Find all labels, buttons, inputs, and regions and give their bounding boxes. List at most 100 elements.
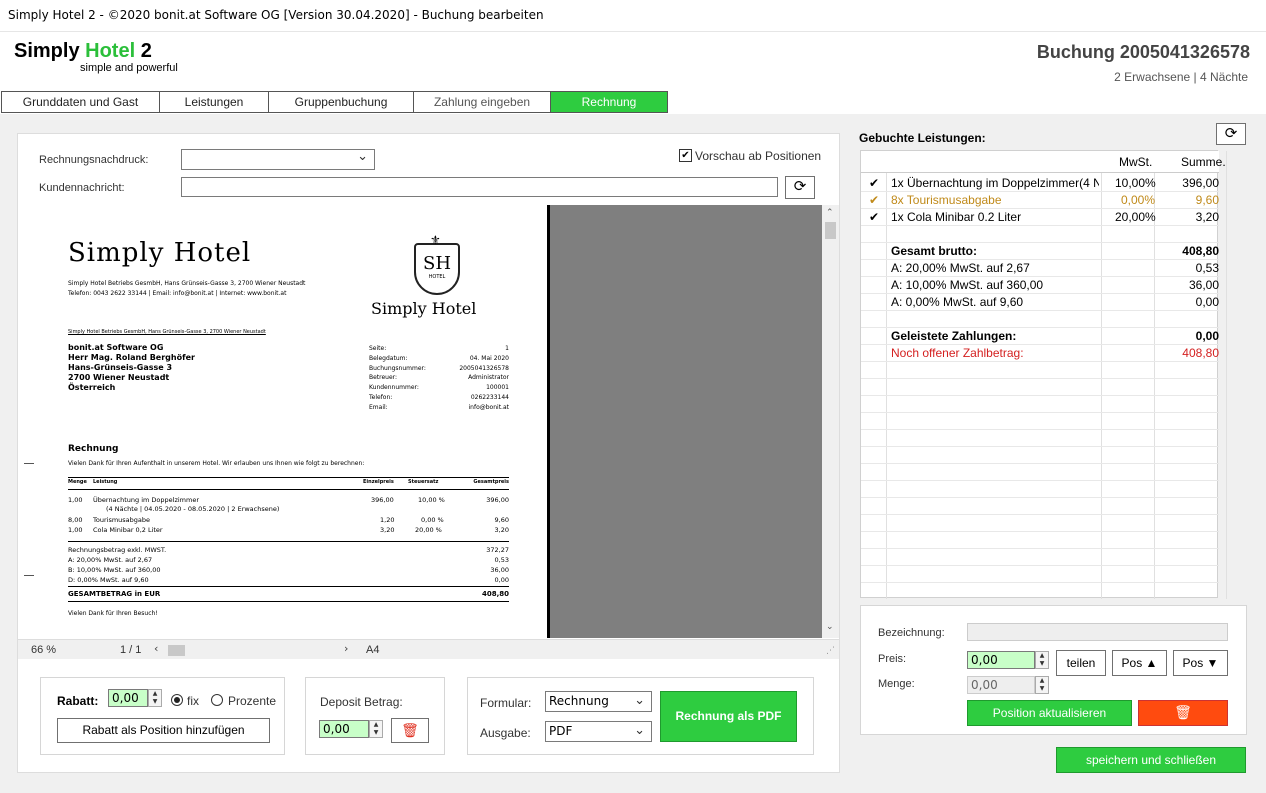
scroll-up-icon[interactable]: ⌃ bbox=[826, 208, 834, 218]
doc-address: bonit.at Software OG Herr Mag. Roland Be… bbox=[68, 343, 195, 393]
scroll-thumb[interactable] bbox=[825, 222, 836, 239]
refresh-icon: ⟳ bbox=[1224, 125, 1238, 142]
preview-from-positions-checkbox[interactable]: ✔ bbox=[679, 149, 692, 162]
deposit-spinner[interactable]: ▲ ▼ bbox=[369, 720, 383, 738]
form-select[interactable]: Rechnung bbox=[545, 691, 652, 712]
paid-label: Geleistete Zahlungen: bbox=[891, 329, 1017, 343]
qty-input[interactable]: 0,00 bbox=[967, 676, 1035, 694]
col-tax-header: MwSt. bbox=[1119, 155, 1153, 169]
service-row[interactable]: ✔ 8x Tourismusabgabe 0,00% 9,60 bbox=[861, 192, 1219, 209]
sum-row: A: 20,00% MwSt. auf 2,67 0,53 bbox=[68, 556, 509, 564]
doc-total-label: GESAMTBETRAG in EUR bbox=[68, 590, 161, 598]
service-tax: 20,00% bbox=[1115, 210, 1156, 224]
reprint-select[interactable] bbox=[181, 149, 375, 170]
scroll-down-icon[interactable]: ⌄ bbox=[826, 622, 834, 632]
table-rule bbox=[68, 586, 509, 587]
discount-fix-label: fix bbox=[187, 694, 199, 708]
resize-grip-icon: ⋰ bbox=[826, 646, 835, 656]
table-rule bbox=[68, 601, 509, 602]
scroll-right-icon[interactable]: › bbox=[344, 642, 348, 655]
name-input[interactable] bbox=[967, 623, 1228, 641]
preview-vscrollbar[interactable]: ⌃ ⌄ bbox=[822, 205, 839, 638]
tab-grunddaten[interactable]: Grunddaten und Gast bbox=[1, 91, 159, 113]
refresh-services-button[interactable]: ⟳ bbox=[1216, 123, 1246, 145]
grid-header: MwSt. Summe. bbox=[861, 151, 1226, 173]
invoice-pdf-button[interactable]: Rechnung als PDF bbox=[660, 691, 797, 742]
tax-label: A: 0,00% MwSt. auf 9,60 bbox=[891, 295, 1024, 309]
doc-hotel-name: Simply Hotel bbox=[68, 238, 252, 268]
tax-value: 36,00 bbox=[1188, 278, 1219, 292]
split-button[interactable]: teilen bbox=[1056, 650, 1106, 676]
discount-fix-radio[interactable] bbox=[171, 694, 183, 706]
update-position-button[interactable]: Position aktualisieren bbox=[967, 700, 1132, 726]
service-row[interactable]: ✔ 1x Übernachtung im Doppelzimmer(4 Nä..… bbox=[861, 175, 1219, 192]
price-input[interactable]: 0,00 bbox=[967, 651, 1035, 669]
doc-meta: Seite: 1 Belegdatum: 04. Mai 2020 Buchungs… bbox=[369, 344, 509, 413]
table-rule bbox=[68, 541, 509, 542]
discount-group bbox=[40, 677, 285, 755]
app-logo: Simply Hotel 2 bbox=[14, 40, 152, 63]
meta-row: Telefon: 0262233144 bbox=[369, 393, 509, 401]
fold-mark bbox=[24, 463, 34, 464]
doc-table-body: 1,00 Übernachtung im Doppelzimmer 396,00… bbox=[68, 496, 509, 534]
output-select[interactable]: PDF bbox=[545, 721, 652, 742]
trash-icon: 🗑 bbox=[1174, 705, 1192, 721]
price-spinner[interactable]: ▲ ▼ bbox=[1035, 651, 1049, 669]
table-rule bbox=[68, 489, 509, 490]
meta-row: Buchungsnummer: 2005041326578 bbox=[369, 364, 509, 372]
hscroll-thumb[interactable] bbox=[168, 645, 185, 656]
service-row[interactable]: ✔ 1x Cola Minibar 0.2 Liter 20,00% 3,20 bbox=[861, 209, 1219, 226]
tab-leistungen[interactable]: Leistungen bbox=[159, 91, 268, 113]
add-discount-position-button[interactable]: Rabatt als Position hinzufügen bbox=[57, 718, 270, 743]
tab-rechnung[interactable]: Rechnung bbox=[550, 91, 668, 113]
logo-hotel: Hotel bbox=[85, 40, 136, 62]
customer-message-label: Kundennachricht: bbox=[39, 182, 125, 194]
refresh-preview-button[interactable]: ⟳ bbox=[785, 176, 815, 199]
scroll-left-icon[interactable]: ‹ bbox=[154, 642, 158, 655]
service-sum: 396,00 bbox=[1182, 176, 1219, 190]
discount-spinner[interactable]: ▲ ▼ bbox=[148, 689, 162, 707]
address-line: 2700 Wiener Neustadt bbox=[68, 373, 170, 382]
logo-number: 2 bbox=[140, 40, 152, 62]
crest-subtitle: HOTEL bbox=[428, 274, 446, 280]
delete-position-button[interactable]: 🗑 bbox=[1138, 700, 1228, 726]
crest-letters: SH bbox=[422, 253, 452, 274]
sum-row: Rechnungsbetrag exkl. MWST. 372,27 bbox=[68, 546, 509, 554]
address-line: Hans-Grünseis-Gasse 3 bbox=[68, 363, 173, 372]
tax-row: A: 20,00% MwSt. auf 2,67 0,53 bbox=[861, 260, 1219, 277]
sum-row: D: 0,00% MwSt. auf 9,60 0,00 bbox=[68, 576, 509, 584]
refresh-icon: ⟳ bbox=[793, 178, 807, 195]
meta-row: Kundennummer: 100001 bbox=[369, 384, 509, 392]
window-title: Simply Hotel 2 - ©2020 bonit.at Software… bbox=[0, 0, 1266, 32]
deposit-delete-button[interactable]: 🗑 bbox=[391, 718, 429, 743]
address-line: bonit.at Software OG bbox=[68, 343, 164, 352]
service-tax: 10,00% bbox=[1115, 176, 1156, 190]
address-line: Herr Mag. Roland Berghöfer bbox=[68, 353, 195, 362]
discount-input[interactable]: 0,00 bbox=[108, 689, 148, 707]
doc-table-header: Menge Leistung Einzelpreis Steuersatz Ge… bbox=[68, 479, 509, 485]
doc-total-value: 408,80 bbox=[481, 590, 509, 598]
position-down-button[interactable]: Pos ▼ bbox=[1173, 650, 1228, 676]
zoom-level[interactable]: 66 % bbox=[31, 644, 56, 656]
service-sum: 3,20 bbox=[1195, 210, 1219, 224]
tab-gruppenbuchung[interactable]: Gruppenbuchung bbox=[268, 91, 413, 113]
doc-hotel-name-logo: Simply Hotel bbox=[371, 299, 477, 318]
page-indicator: 1 / 1 bbox=[120, 644, 142, 656]
booking-subtitle: 2 Erwachsene | 4 Nächte bbox=[1114, 70, 1248, 84]
save-and-close-button[interactable]: speichern und schließen bbox=[1056, 747, 1246, 773]
reprint-label: Rechnungsnachdruck: bbox=[39, 154, 149, 166]
position-up-button[interactable]: Pos ▲ bbox=[1112, 650, 1167, 676]
discount-percent-label: Prozente bbox=[228, 694, 277, 708]
discount-label: Rabatt: bbox=[57, 694, 99, 708]
customer-message-input[interactable] bbox=[181, 177, 778, 197]
service-name: 8x Tourismusabgabe bbox=[891, 193, 1002, 207]
check-icon: ✔ bbox=[869, 176, 880, 190]
tagline: simple and powerful bbox=[80, 62, 178, 74]
doc-company-line: Simply Hotel Betriebs GesmbH, Hans Grüns… bbox=[68, 280, 306, 287]
meta-row: Seite: 1 bbox=[369, 345, 509, 352]
deposit-input[interactable]: 0,00 bbox=[319, 720, 369, 738]
tab-zahlung[interactable]: Zahlung eingeben bbox=[413, 91, 550, 113]
service-name: 1x Übernachtung im Doppelzimmer(4 Nä... bbox=[891, 176, 1099, 190]
discount-percent-radio[interactable] bbox=[211, 694, 223, 706]
qty-spinner[interactable]: ▲ ▼ bbox=[1035, 676, 1049, 694]
